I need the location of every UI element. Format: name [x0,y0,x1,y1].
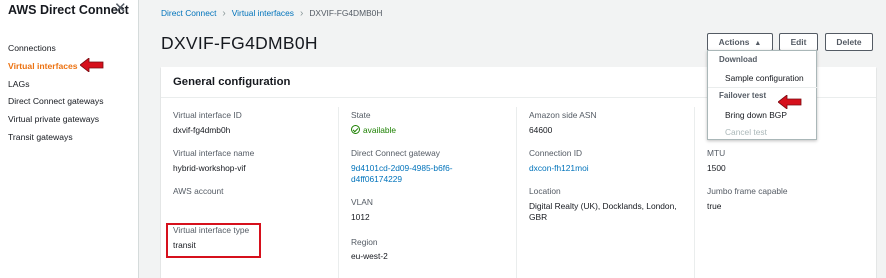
column-divider [516,107,517,278]
vif-name-value: hybrid-workshop-vif [173,163,246,173]
actions-button[interactable]: Actions ▲ [707,33,773,51]
sidebar-item-direct-connect-gateways[interactable]: Direct Connect gateways [8,96,104,106]
state-value: available [351,125,396,135]
menu-item-cancel-test: Cancel test [725,127,767,137]
connection-id-label: Connection ID [529,148,583,158]
jumbo-frame-label: Jumbo frame capable [707,186,788,196]
menu-group-download: Download [719,55,758,64]
chevron-right-icon: › [222,8,226,19]
vif-id-label: Virtual interface ID [173,110,242,120]
dcgw-link-line1[interactable]: 9d4101cd-2d09-4985-b6f6- [351,163,453,173]
vif-name-label: Virtual interface name [173,148,255,158]
mtu-label: MTU [707,148,726,158]
vlan-value: 1012 [351,212,370,222]
annotation-highlight-box [166,223,261,258]
connection-id-link[interactable]: dxcon-fh121moi [529,163,589,173]
jumbo-frame-value: true [707,201,722,211]
asn-value: 64600 [529,125,553,135]
edit-button[interactable]: Edit [779,33,818,51]
menu-item-sample-configuration[interactable]: Sample configuration [725,73,804,83]
page-title: DXVIF-FG4DMB0H [161,33,318,53]
delete-button[interactable]: Delete [825,33,873,51]
breadcrumb-current: DXVIF-FG4DMB0H [309,8,383,18]
vif-id-value: dxvif-fg4dmb0h [173,125,231,135]
location-value-line1: Digital Realty (UK), Docklands, London, [529,201,677,211]
location-label: Location [529,186,561,196]
menu-item-bring-down-bgp[interactable]: Bring down BGP [725,110,787,120]
check-circle-icon [351,125,360,134]
panel-title: General configuration [173,76,291,88]
actions-button-label: Actions [718,37,750,47]
sidebar-item-lags[interactable]: LAGs [8,79,30,89]
annotation-arrow-icon [80,58,104,72]
sidebar: AWS Direct Connect ✕ Connections Virtual… [0,0,139,278]
breadcrumb: Direct Connect › Virtual interfaces › DXVIF-… [161,8,382,19]
menu-divider [708,87,818,88]
column-divider [338,107,339,278]
region-label: Region [351,237,378,247]
state-text: available [363,125,397,135]
close-icon[interactable]: ✕ [114,0,127,18]
breadcrumb-virtual-interfaces[interactable]: Virtual interfaces [232,8,294,18]
asn-label: Amazon side ASN [529,110,597,120]
region-value: eu-west-2 [351,251,388,261]
annotation-arrow-icon [778,95,802,109]
chevron-right-icon: › [299,8,304,19]
sidebar-item-virtual-private-gateways[interactable]: Virtual private gateways [8,114,99,124]
vlan-label: VLAN [351,197,373,207]
dcgw-link-line2[interactable]: d4ff06174229 [351,174,402,184]
menu-group-failover-test: Failover test [719,91,767,100]
sidebar-item-virtual-interfaces[interactable]: Virtual interfaces [8,61,78,71]
column-divider [694,107,695,278]
dcgw-label: Direct Connect gateway [351,148,440,158]
sidebar-item-transit-gateways[interactable]: Transit gateways [8,132,73,142]
location-value-line2: GBR [529,212,548,222]
state-label: State [351,110,371,120]
breadcrumb-direct-connect[interactable]: Direct Connect [161,8,216,18]
mtu-value: 1500 [707,163,726,173]
sidebar-item-connections[interactable]: Connections [8,43,56,53]
aws-account-label: AWS account [173,186,224,196]
sidebar-title: AWS Direct Connect [8,3,129,17]
